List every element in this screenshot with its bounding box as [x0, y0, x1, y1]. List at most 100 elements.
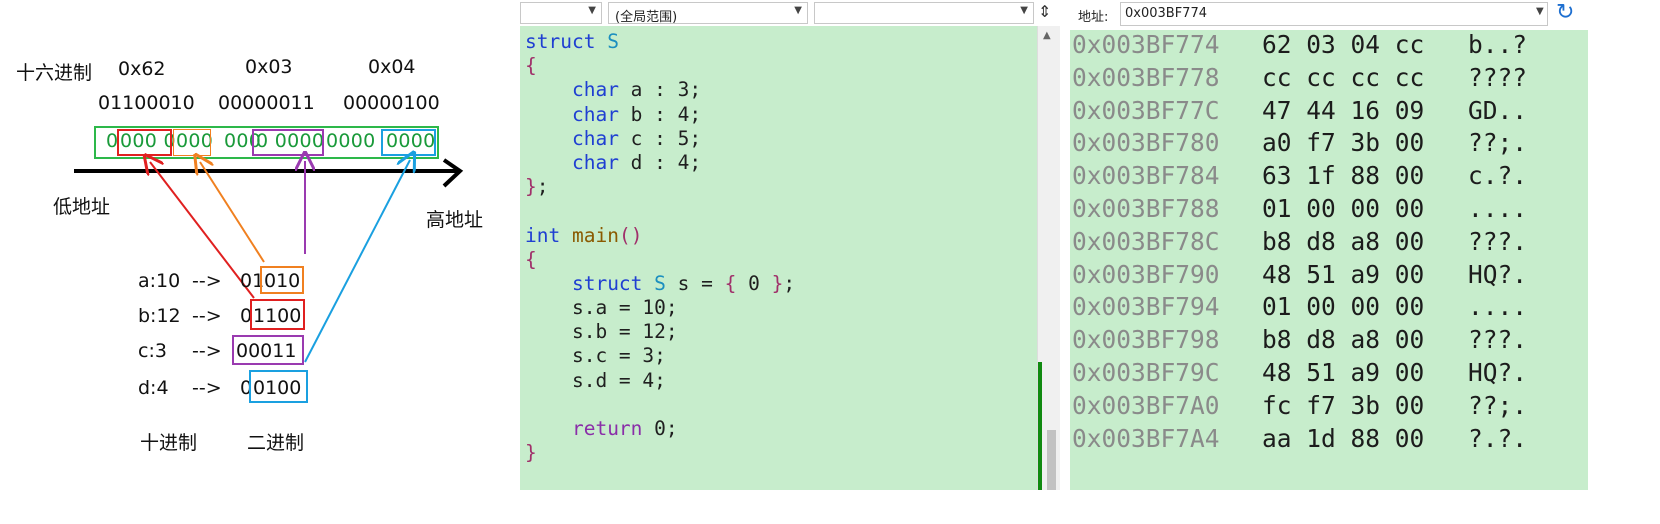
memory-ascii: ??;. [1468, 390, 1528, 420]
memory-grid[interactable]: 0x003BF774 62 03 04 cc b..? 0x003BF778 cc cc… [1070, 30, 1588, 490]
memory-address: 0x003BF78C [1072, 226, 1220, 256]
member-dropdown[interactable]: ▼ [814, 2, 1034, 24]
arrow-d [304, 160, 410, 363]
code-token: struct [571, 271, 643, 295]
memory-bytes: 48 51 a9 00 [1262, 259, 1425, 289]
chevron-down-icon[interactable]: ▼ [1536, 6, 1544, 17]
field-c-arrow: --> [192, 340, 222, 362]
high-address-label: 高地址 [426, 209, 484, 231]
code-token: int [525, 223, 561, 247]
scroll-up-icon[interactable]: ▲ [1043, 30, 1051, 41]
code-token: main [571, 223, 619, 247]
memory-address: 0x003BF77C [1072, 95, 1220, 125]
memory-address: 0x003BF784 [1072, 161, 1220, 191]
code-line[interactable]: { [525, 247, 795, 271]
code-line[interactable]: s.b = 12; [525, 319, 795, 343]
scope-dropdown[interactable]: (全局范围) ▼ [608, 2, 808, 25]
code-token: a : 3; [618, 78, 702, 102]
memory-bytes: 62 03 04 cc [1262, 30, 1425, 59]
project-dropdown[interactable]: ▼ [520, 2, 602, 24]
code-token: s.b = 12; [525, 320, 678, 344]
code-token: char [571, 150, 619, 174]
memory-ascii: ???? [1468, 62, 1528, 92]
code-token: S [607, 30, 619, 53]
field-c-bin-box [232, 335, 304, 365]
code-token: b : 4; [618, 102, 702, 126]
code-area[interactable]: struct S{ char a : 3; char b : 4; char c… [520, 26, 1037, 490]
code-token: { [525, 54, 537, 78]
address-input[interactable]: 0x003BF774 [1120, 2, 1548, 26]
code-line[interactable] [525, 392, 795, 416]
change-marker [1038, 362, 1042, 490]
memory-ascii: ???. [1468, 325, 1528, 355]
code-line[interactable]: s.d = 4; [525, 368, 795, 392]
code-token: s.d = 4; [525, 368, 666, 392]
memory-ascii: c.?. [1468, 161, 1528, 191]
code-line[interactable]: { [525, 53, 795, 77]
memory-bytes: 01 00 00 00 [1262, 194, 1425, 223]
memory-ascii: b..? [1468, 30, 1528, 59]
code-line[interactable]: s.a = 10; [525, 295, 795, 319]
code-editor: ▼ (全局范围) ▼ ▼ struct S{ char a : 3; char … [520, 0, 1060, 490]
code-token: s.c = 3; [525, 344, 666, 368]
memory-bytes: cc cc cc cc [1262, 62, 1425, 92]
field-a-bin-box [260, 266, 304, 294]
code-token: } [525, 175, 537, 199]
memory-bytes: aa 1d 88 00 [1262, 423, 1425, 453]
code-line[interactable]: struct S [525, 29, 795, 53]
source-code[interactable]: struct S{ char a : 3; char b : 4; char c… [525, 29, 795, 464]
memory-bytes: 47 44 16 09 [1262, 95, 1425, 125]
code-line[interactable]: return 0; [525, 416, 795, 440]
memory-address: 0x003BF798 [1072, 325, 1220, 355]
memory-address: 0x003BF7A0 [1072, 390, 1220, 420]
code-token: 0; [642, 417, 678, 440]
code-line[interactable]: } [525, 440, 795, 464]
code-token: c : 5; [618, 126, 702, 150]
memory-ascii: GD.. [1468, 95, 1528, 125]
code-token: ; [783, 271, 796, 295]
code-token: d : 4; [618, 150, 702, 174]
code-line[interactable]: char d : 4; [525, 150, 795, 174]
code-line[interactable]: char a : 3; [525, 77, 795, 101]
memory-ascii: .... [1468, 292, 1528, 322]
code-line[interactable]: s.c = 3; [525, 343, 795, 367]
field-b-bin-box [250, 299, 305, 330]
memory-bytes: 63 1f 88 00 [1262, 161, 1425, 191]
memory-address: 0x003BF790 [1072, 259, 1220, 289]
memory-ascii: ???. [1468, 226, 1528, 256]
memory-bytes: b8 d8 a8 00 [1262, 226, 1425, 256]
code-line[interactable]: int main() [525, 223, 795, 247]
memory-window: ⇕ 地址: 0x003BF774 ▼ ↻ 0x003BF774 62 03 04 … [1038, 0, 1660, 490]
code-token: } [525, 441, 537, 465]
code-token: { [724, 271, 737, 295]
field-b-name: b:12 [138, 305, 181, 327]
split-icon[interactable]: ⇕ [1038, 2, 1051, 21]
code-token: s = [665, 271, 725, 295]
scrollbar-thumb[interactable] [1047, 430, 1056, 490]
code-line[interactable]: char c : 5; [525, 126, 795, 150]
binary-label: 二进制 [247, 432, 305, 454]
code-line[interactable]: struct S s = { 0 }; [525, 271, 795, 295]
code-token: ; [536, 175, 549, 199]
memory-address: 0x003BF794 [1072, 292, 1220, 322]
bitfield-diagram: 十六进制 0x62 0x03 0x04 01100010 00000011 00… [0, 0, 520, 524]
memory-bytes: a0 f7 3b 00 [1262, 128, 1425, 158]
address-label: 地址: [1078, 10, 1109, 25]
code-line[interactable] [525, 198, 795, 222]
memory-bytes: 01 00 00 00 [1262, 292, 1425, 322]
field-b-arrow: --> [192, 305, 222, 327]
editor-scrollbar[interactable]: ▲ [1037, 26, 1060, 490]
memory-ascii: .... [1468, 194, 1528, 223]
field-a-arrow: --> [192, 270, 222, 292]
memory-address: 0x003BF774 [1072, 30, 1220, 59]
refresh-icon[interactable]: ↻ [1556, 0, 1574, 25]
field-d-arrow: --> [192, 377, 222, 399]
code-line[interactable]: char b : 4; [525, 102, 795, 126]
code-line[interactable]: }; [525, 174, 795, 198]
